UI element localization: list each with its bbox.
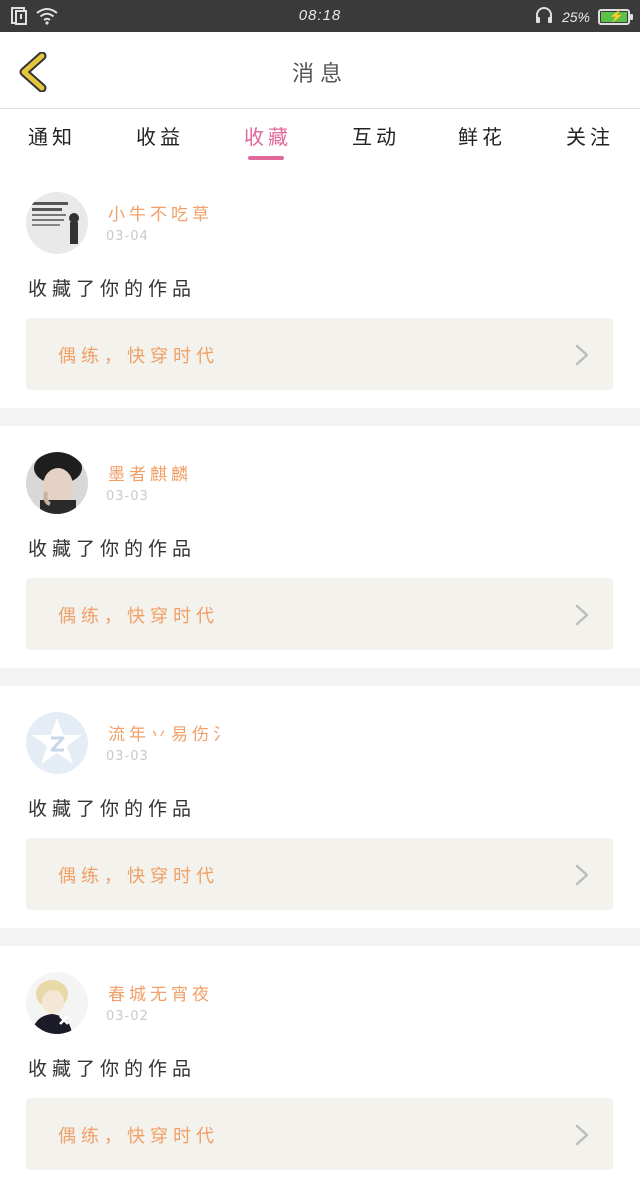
username[interactable]: 墨者麒麟 (108, 460, 192, 485)
action-text: 收藏了你的作品 (28, 538, 197, 560)
message-list: 小牛不吃草 03-04 收藏了你的作品 偶练，快穿时代 墨者麒麟 03-03 收… (0, 166, 640, 1188)
tab-flowers[interactable]: 鲜花 (458, 121, 506, 150)
action-text: 收藏了你的作品 (28, 278, 197, 300)
action-text: 收藏了你的作品 (28, 798, 197, 820)
tab-earnings[interactable]: 收益 (136, 121, 184, 150)
divider (0, 928, 640, 946)
tab-notifications[interactable]: 通知 (28, 121, 76, 150)
avatar[interactable] (26, 452, 88, 514)
avatar[interactable] (26, 712, 88, 774)
chevron-right-icon (575, 604, 589, 626)
chevron-right-icon (575, 344, 589, 366)
list-item: 小牛不吃草 03-04 收藏了你的作品 偶练，快穿时代 (0, 166, 640, 408)
headset-icon (534, 6, 554, 27)
work-link[interactable]: 偶练，快穿时代 (26, 838, 613, 910)
avatar[interactable] (26, 972, 88, 1034)
page-title: 消息 (291, 62, 348, 87)
list-item: 流年丷易伤氵 03-03 收藏了你的作品 偶练，快穿时代 (0, 686, 640, 928)
list-item: 春城无宵夜 03-02 收藏了你的作品 偶练，快穿时代 (0, 946, 640, 1188)
timestamp: 03-03 (106, 489, 149, 504)
status-bar: 08:18 25% ⚡ (0, 0, 640, 32)
battery-percentage: 25% (561, 8, 590, 25)
work-title: 偶练，快穿时代 (58, 606, 219, 627)
active-tab-indicator (248, 156, 284, 160)
chevron-right-icon (575, 1124, 589, 1146)
chevron-right-icon (575, 864, 589, 886)
divider (0, 668, 640, 686)
username[interactable]: 小牛不吃草 (108, 200, 213, 225)
battery-icon: ⚡ (598, 8, 633, 25)
tab-favorites[interactable]: 收藏 (244, 121, 292, 150)
list-item: 墨者麒麟 03-03 收藏了你的作品 偶练，快穿时代 (0, 426, 640, 668)
work-link[interactable]: 偶练，快穿时代 (26, 1098, 613, 1170)
tab-bar: 通知 收益 收藏 互动 鲜花 关注 (0, 109, 640, 165)
username[interactable]: 春城无宵夜 (108, 980, 213, 1005)
action-text: 收藏了你的作品 (28, 1058, 197, 1080)
tab-following[interactable]: 关注 (566, 121, 614, 150)
divider (0, 408, 640, 426)
work-title: 偶练，快穿时代 (58, 1126, 219, 1147)
username[interactable]: 流年丷易伤氵 (108, 720, 234, 745)
timestamp: 03-02 (106, 1009, 149, 1024)
avatar[interactable] (26, 192, 88, 254)
header: 消息 (0, 32, 640, 109)
timestamp: 03-03 (106, 749, 149, 764)
work-link[interactable]: 偶练，快穿时代 (26, 318, 613, 390)
work-link[interactable]: 偶练，快穿时代 (26, 578, 613, 650)
work-title: 偶练，快穿时代 (58, 346, 219, 367)
timestamp: 03-04 (106, 229, 149, 244)
work-title: 偶练，快穿时代 (58, 866, 219, 887)
tab-interactions[interactable]: 互动 (352, 121, 400, 150)
